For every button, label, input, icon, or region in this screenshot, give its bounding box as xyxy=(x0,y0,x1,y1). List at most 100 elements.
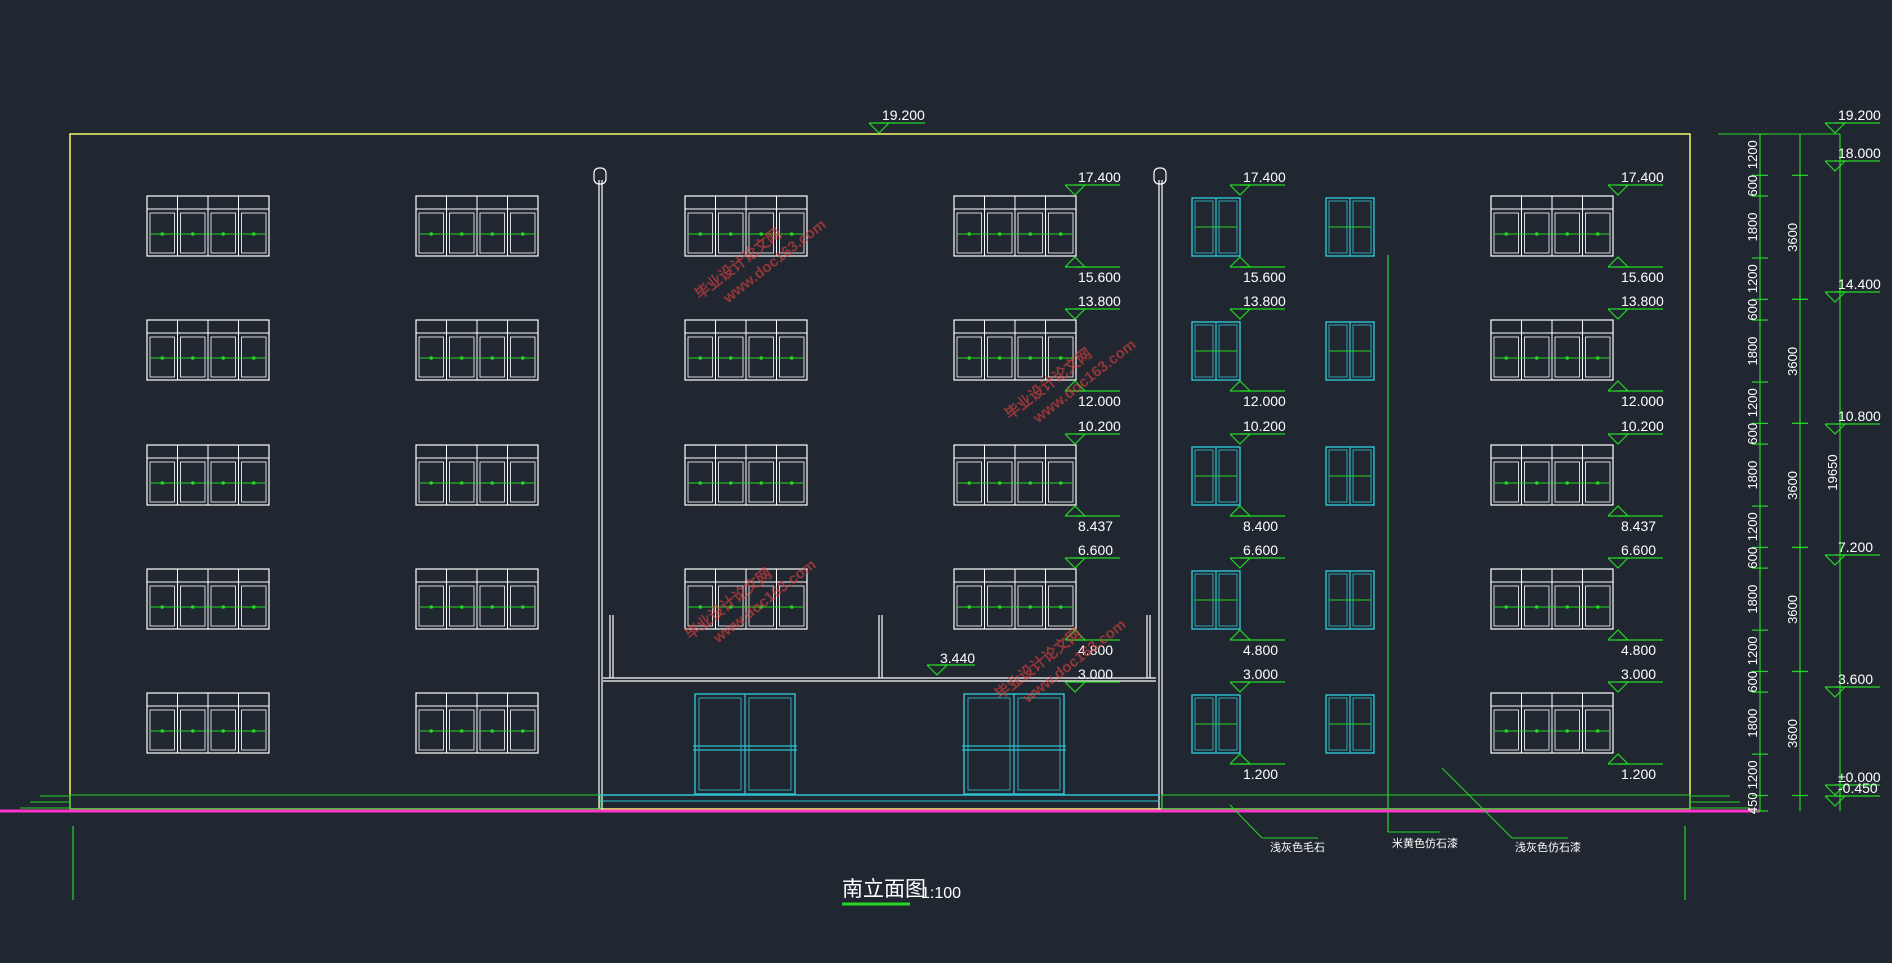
dim-segment-1: 1200 xyxy=(1745,140,1760,169)
dim-floor-total-1: 3600 xyxy=(1785,223,1800,252)
glass-window-col2-f5 xyxy=(1325,197,1375,257)
side-elevation-3: 14.400 xyxy=(1824,276,1881,303)
dim-segment-14: 600 xyxy=(1745,671,1760,693)
glass-window-col2-f4 xyxy=(1325,321,1375,381)
level-right-f4: 13.800 12.000 xyxy=(1607,293,1664,409)
right-window-f1 xyxy=(1490,692,1614,754)
level-right-f3-top-label: 10.200 xyxy=(1621,418,1664,434)
material-note-2: 米黄色仿石漆 xyxy=(1392,836,1458,850)
level-mid-f4-bottom-label: 12.000 xyxy=(1243,393,1286,409)
dim-floor-total-5: 3600 xyxy=(1785,719,1800,748)
right-window-f3 xyxy=(1490,444,1614,506)
dim-floor-total-3: 3600 xyxy=(1785,471,1800,500)
level-left-f5-bottom-label: 15.600 xyxy=(1078,269,1121,285)
dim-segment-7: 1200 xyxy=(1745,388,1760,417)
dim-segment-3: 1800 xyxy=(1745,213,1760,242)
level-mid-f3-top-label: 10.200 xyxy=(1243,418,1286,434)
level-mid-f2: 6.600 4.800 xyxy=(1229,542,1285,658)
level-mid-f5-bottom-label: 15.600 xyxy=(1243,269,1286,285)
center-window-col1-f4 xyxy=(684,319,808,381)
dim-segment-5: 600 xyxy=(1745,299,1760,321)
level-right-f5: 17.400 15.600 xyxy=(1607,169,1664,285)
glass-window-col1-f1 xyxy=(1191,694,1241,754)
side-elevation-label-2: 18.000 xyxy=(1838,145,1881,161)
dim-floor-total-2: 3600 xyxy=(1785,347,1800,376)
glass-window-col2-f2 xyxy=(1325,570,1375,630)
left-window-col1-f4 xyxy=(146,319,270,381)
top-elevation-label: 19.200 xyxy=(882,107,925,123)
level-right-f4-bottom-label: 12.000 xyxy=(1621,393,1664,409)
level-mid-f1-top-label: 3.000 xyxy=(1243,666,1278,682)
left-window-col2-f3 xyxy=(415,444,539,506)
dim-segment-17: 450 xyxy=(1745,792,1760,814)
level-right-f2-bottom-label: 4.800 xyxy=(1621,642,1656,658)
level-right-f2-top-label: 6.600 xyxy=(1621,542,1656,558)
side-elevation-2: 18.000 xyxy=(1824,145,1881,172)
drawing-title: 南立面图 xyxy=(842,878,926,901)
level-mid-f3-bottom-label: 8.400 xyxy=(1243,518,1278,534)
level-left-f2-top-label: 6.600 xyxy=(1078,542,1113,558)
right-window-f2 xyxy=(1490,568,1614,630)
building-outline xyxy=(69,133,1691,810)
dim-segment-8: 600 xyxy=(1745,423,1760,445)
side-elevation-label-6: 3.600 xyxy=(1838,671,1873,687)
level-right-f2: 6.600 4.800 xyxy=(1607,542,1663,658)
level-right-f3: 10.200 8.437 xyxy=(1607,418,1664,534)
left-window-col1-f5 xyxy=(146,195,270,257)
level-right-f1-bottom-label: 1.200 xyxy=(1621,766,1656,782)
right-window-f5 xyxy=(1490,195,1614,257)
side-elevation-label-8: -0.450 xyxy=(1838,780,1878,796)
side-elevation-1: 19.200 xyxy=(1824,107,1881,134)
left-window-col2-f2 xyxy=(415,568,539,630)
center-window-col2-f2 xyxy=(953,568,1077,630)
dim-segment-2: 600 xyxy=(1745,175,1760,197)
level-left-f3: 10.200 8.437 xyxy=(1064,418,1121,534)
left-window-col2-f5 xyxy=(415,195,539,257)
left-wing-windows xyxy=(146,195,539,754)
side-elevation-label-4: 10.800 xyxy=(1838,408,1881,424)
dim-segment-6: 1800 xyxy=(1745,337,1760,366)
dim-segment-15: 1800 xyxy=(1745,709,1760,738)
level-mid-f4: 13.800 12.000 xyxy=(1229,293,1286,409)
level-right-f1: 3.000 1.200 xyxy=(1607,666,1663,782)
level-mid-f5-top-label: 17.400 xyxy=(1243,169,1286,185)
dim-segment-4: 1200 xyxy=(1745,264,1760,293)
level-left-f4-top-label: 13.800 xyxy=(1078,293,1121,309)
column-right-pole xyxy=(1153,167,1167,810)
top-elevation-marker: 19.200 xyxy=(868,107,925,134)
dim-floor-total-4: 3600 xyxy=(1785,595,1800,624)
entrance-door-left xyxy=(693,693,797,795)
canopy-elevation-label: 3.440 xyxy=(940,650,975,666)
left-window-col1-f3 xyxy=(146,444,270,506)
side-elevation-label-5: 7.200 xyxy=(1838,539,1873,555)
south-elevation-drawing: 19.200 3.440 17.40015.60017.40015.60017.… xyxy=(0,107,1881,906)
left-window-col1-f2 xyxy=(146,568,270,630)
level-mid-f5: 17.400 15.600 xyxy=(1229,169,1286,285)
level-mid-f4-top-label: 13.800 xyxy=(1243,293,1286,309)
glass-window-col2-f1 xyxy=(1325,694,1375,754)
level-right-f3-bottom-label: 8.437 xyxy=(1621,518,1656,534)
side-elevation-label-1: 19.200 xyxy=(1838,107,1881,123)
side-elevation-5: 7.200 xyxy=(1824,539,1880,566)
level-mid-f1: 3.000 1.200 xyxy=(1229,666,1285,782)
dim-segment-9: 1800 xyxy=(1745,461,1760,490)
entrance-doors xyxy=(693,693,1066,795)
level-left-f5-top-label: 17.400 xyxy=(1078,169,1121,185)
glass-window-col1-f5 xyxy=(1191,197,1241,257)
level-left-f4-bottom-label: 12.000 xyxy=(1078,393,1121,409)
side-elevation-4: 10.800 xyxy=(1824,408,1881,435)
center-window-col2-f3 xyxy=(953,444,1077,506)
dim-segment-11: 600 xyxy=(1745,547,1760,569)
level-right-f4-top-label: 13.800 xyxy=(1621,293,1664,309)
left-window-col1-f1 xyxy=(146,692,270,754)
glass-window-col1-f4 xyxy=(1191,321,1241,381)
level-left-f5: 17.400 15.600 xyxy=(1064,169,1121,285)
right-wing-windows xyxy=(1490,195,1614,754)
level-left-f3-top-label: 10.200 xyxy=(1078,418,1121,434)
watermarks: 毕业设计论文网www.doc163.com 毕业设计论文网www.doc163.c… xyxy=(681,216,1139,707)
dim-segment-12: 1800 xyxy=(1745,585,1760,614)
glass-window-col1-f3 xyxy=(1191,446,1241,506)
vertical-dimension-chain: 1200 600 1800 1200 600 1800 1200 600 1800 1200 600… xyxy=(1718,133,1841,814)
left-window-col2-f1 xyxy=(415,692,539,754)
level-mid-f1-bottom-label: 1.200 xyxy=(1243,766,1278,782)
